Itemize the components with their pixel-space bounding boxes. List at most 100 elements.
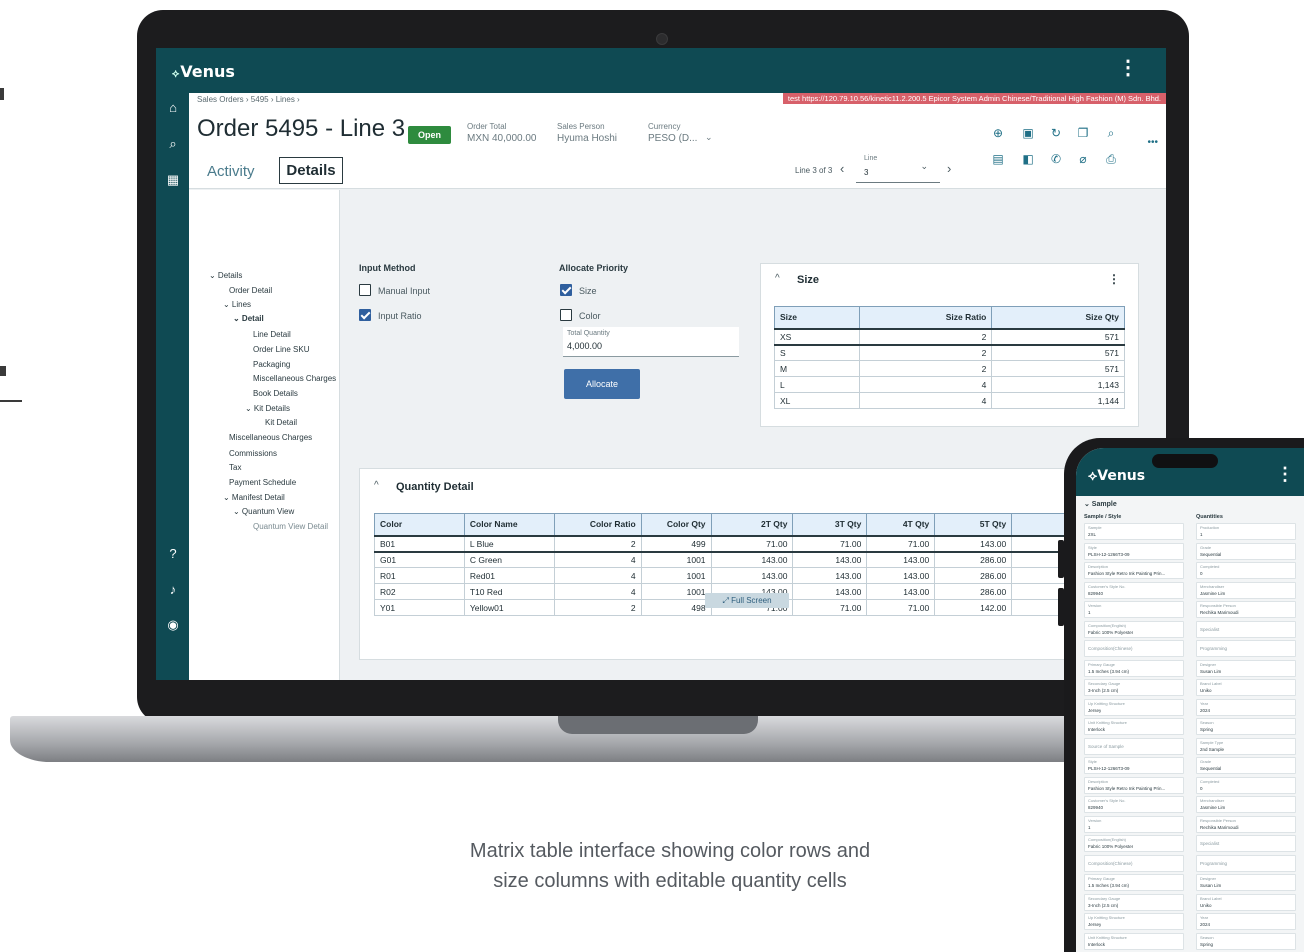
table-cell[interactable]: 286.00 bbox=[934, 567, 1013, 584]
phone-field[interactable]: Primary Gauge 1.5 Inches (3.94 cm) bbox=[1084, 659, 1184, 677]
phone-field[interactable]: Description Fashion Style Retro Ink Paint… bbox=[1084, 562, 1184, 579]
table-cell[interactable]: R02 bbox=[374, 583, 465, 600]
table-cell[interactable]: 4 bbox=[553, 551, 642, 568]
phone-field[interactable]: Designer Susan Lim bbox=[1196, 874, 1296, 891]
table-cell[interactable]: 71.00 bbox=[866, 534, 936, 553]
phone-field[interactable]: Year 2024 bbox=[1196, 913, 1296, 930]
allocate-button[interactable]: Allocate bbox=[564, 369, 640, 399]
phone-field[interactable]: Completed 0 bbox=[1196, 562, 1296, 579]
phone-field[interactable]: Programming bbox=[1196, 854, 1296, 872]
table-cell[interactable]: 499 bbox=[640, 534, 712, 553]
more-actions-icon[interactable]: ••• bbox=[1147, 137, 1158, 148]
phone-field[interactable]: Responsible Person Rechika Marimoudi bbox=[1196, 815, 1296, 833]
phone-field[interactable]: Up Knitting Structure Jersey bbox=[1084, 913, 1184, 930]
phone-field[interactable]: Source of Sample bbox=[1084, 737, 1184, 755]
phone-field[interactable]: Merchandiser Jasmine Lim bbox=[1196, 581, 1296, 599]
apps-grid-icon[interactable]: ▦ bbox=[164, 171, 182, 189]
chevron-down-icon[interactable]: ⌄ bbox=[920, 161, 928, 172]
table-cell[interactable]: 143.00 bbox=[710, 567, 794, 584]
collapse-icon[interactable]: ^ bbox=[775, 273, 780, 284]
input-ratio-checkbox[interactable] bbox=[359, 309, 371, 321]
color-qty-header[interactable]: Color Qty bbox=[640, 513, 712, 536]
table-row[interactable]: XS 2 571 bbox=[774, 327, 1125, 346]
size-priority-checkbox[interactable] bbox=[560, 284, 572, 296]
table-cell[interactable]: XL bbox=[774, 392, 860, 409]
tree-item-order-detail[interactable]: Order Detail bbox=[229, 286, 272, 295]
phone-field[interactable]: Unit Knitting Structure Interlock bbox=[1084, 932, 1184, 950]
table-cell[interactable]: 2 bbox=[858, 344, 993, 361]
phone-section-sample[interactable]: ⌄ Sample bbox=[1084, 500, 1117, 508]
phone-field[interactable]: Version 1 bbox=[1084, 815, 1184, 833]
table-row[interactable]: M 2 571 bbox=[774, 360, 1125, 377]
phone-field[interactable]: Year 2024 bbox=[1196, 698, 1296, 716]
phone-field[interactable]: Style PLSH-12-1266T3-09 bbox=[1084, 757, 1184, 774]
table-cell[interactable]: 4 bbox=[553, 583, 642, 600]
tree-item-packaging[interactable]: Packaging bbox=[253, 360, 290, 369]
table-cell[interactable]: 71.00 bbox=[710, 534, 794, 553]
collapse-icon[interactable]: ^ bbox=[374, 480, 379, 491]
chevron-down-icon[interactable]: ⌄ bbox=[705, 132, 713, 143]
phone-field[interactable]: Up Knitting Structure Jersey bbox=[1084, 698, 1184, 716]
table-cell[interactable]: 2 bbox=[553, 599, 642, 616]
phone-field[interactable]: Grade Sequential bbox=[1196, 757, 1296, 774]
phone-field[interactable]: Composition(English) Fabric 100% Polyeste… bbox=[1084, 620, 1184, 638]
table-cell[interactable]: 71.00 bbox=[866, 599, 936, 616]
phone-field[interactable]: Version 1 bbox=[1084, 601, 1184, 618]
table-cell[interactable]: Y01 bbox=[374, 599, 465, 616]
table-cell[interactable]: R01 bbox=[374, 567, 465, 584]
tree-item-commissions[interactable]: Commissions bbox=[229, 449, 277, 458]
app-logo[interactable]: ⟡Venus bbox=[172, 62, 235, 81]
tree-item-kit-details[interactable]: ⌄ Kit Details bbox=[245, 404, 290, 413]
search-icon[interactable]: ⌕ bbox=[1103, 125, 1119, 141]
phone-field[interactable]: Customer's Style No. 829940 bbox=[1084, 581, 1184, 599]
table-cell[interactable]: 498 bbox=[640, 599, 712, 616]
total-quantity-field[interactable]: Total Quantity 4,000.00 bbox=[563, 327, 739, 357]
phone-field[interactable]: Brand Label Uniko bbox=[1196, 679, 1296, 696]
phone-field[interactable]: Description Fashion Style Retro Ink Paint… bbox=[1084, 776, 1184, 794]
size-2t-qty-header[interactable]: 2T Qty bbox=[710, 513, 794, 536]
size-ratio-header[interactable]: Size Ratio bbox=[858, 306, 993, 329]
phone-field[interactable]: Programming bbox=[1196, 640, 1296, 657]
phone-field[interactable]: Sample 2XL bbox=[1084, 523, 1184, 540]
table-cell[interactable]: 143.00 bbox=[866, 567, 936, 584]
size-qty-header[interactable]: Size Qty bbox=[991, 306, 1125, 329]
phone-field[interactable]: Secondary Gauge 3-Inch (2.5 cm) bbox=[1084, 679, 1184, 696]
phone-field[interactable]: Primary Gauge 1.5 Inches (3.94 cm) bbox=[1084, 874, 1184, 891]
table-cell[interactable]: B01 bbox=[374, 534, 465, 553]
phone-field[interactable]: Season Spring bbox=[1196, 932, 1296, 950]
table-cell[interactable]: G01 bbox=[374, 551, 465, 568]
table-cell[interactable]: 1,143 bbox=[991, 376, 1125, 393]
phone-field[interactable]: Composition(Chinese) bbox=[1084, 854, 1184, 872]
tree-item-kit-detail[interactable]: Kit Detail bbox=[265, 418, 297, 427]
table-cell[interactable]: 143.00 bbox=[866, 551, 936, 568]
tree-item-order-line-sku[interactable]: Order Line SKU bbox=[253, 345, 309, 354]
search-icon[interactable]: ⌕ bbox=[164, 135, 182, 153]
copy-icon[interactable]: ❐ bbox=[1075, 125, 1091, 141]
phone-field[interactable]: Secondary Gauge 3-Inch (2.5 cm) bbox=[1084, 893, 1184, 911]
tree-item-details[interactable]: ⌄ Details bbox=[209, 271, 242, 280]
attachment-icon[interactable]: ⌀ bbox=[1075, 151, 1091, 167]
table-cell[interactable]: 143.00 bbox=[792, 583, 868, 600]
phone-field[interactable]: Specialist bbox=[1196, 835, 1296, 852]
more-menu-icon[interactable]: ⋮ bbox=[1118, 58, 1138, 78]
table-cell[interactable]: 143.00 bbox=[866, 583, 936, 600]
phone-field[interactable]: Responsible Person Rechika Marimoudi bbox=[1196, 601, 1296, 618]
phone-field[interactable]: Customer's Style No. 829940 bbox=[1084, 796, 1184, 813]
manual-input-checkbox[interactable] bbox=[359, 284, 371, 296]
document-icon[interactable]: ▤ bbox=[990, 151, 1006, 167]
phone-field[interactable]: Sample Type 2nd Sample bbox=[1196, 737, 1296, 755]
home-icon[interactable]: ⌂ bbox=[164, 99, 182, 117]
user-account-icon[interactable]: ◉ bbox=[164, 616, 182, 634]
previous-line-icon[interactable]: ‹ bbox=[840, 161, 844, 176]
print-icon[interactable]: ⎙ bbox=[1103, 151, 1119, 167]
table-cell[interactable]: 286.00 bbox=[934, 551, 1013, 568]
table-cell[interactable]: 571 bbox=[991, 360, 1125, 377]
phone-field[interactable]: Designer Susan Lim bbox=[1196, 659, 1296, 677]
table-cell[interactable]: 286.00 bbox=[934, 583, 1013, 600]
tree-item-detail[interactable]: ⌄ Detail bbox=[233, 314, 264, 323]
table-cell[interactable]: 571 bbox=[991, 327, 1125, 346]
table-cell[interactable]: XS bbox=[774, 327, 860, 346]
phone-field[interactable]: Completed 0 bbox=[1196, 776, 1296, 794]
next-line-icon[interactable]: › bbox=[947, 161, 951, 176]
table-row[interactable]: R01 Red01 4 1001 143.00 143.00 143.00 28… bbox=[374, 567, 1134, 584]
